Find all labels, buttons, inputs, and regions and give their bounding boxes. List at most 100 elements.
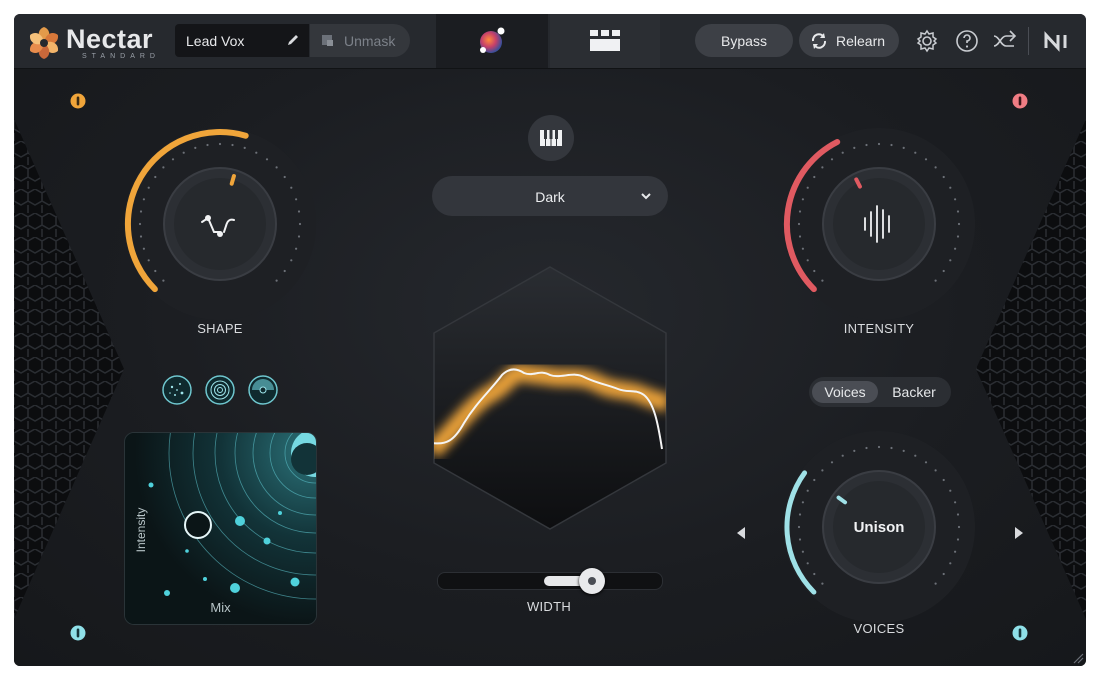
resize-grip-icon[interactable] [1072, 652, 1084, 664]
voices-knob[interactable]: Unison [769, 417, 989, 637]
shape-label: SHAPE [197, 321, 243, 336]
knob-tick [298, 222, 302, 226]
shape-knob[interactable] [110, 114, 330, 334]
xy-pad[interactable]: Intensity Mix [124, 432, 317, 625]
relearn-button[interactable]: Relearn [799, 24, 899, 57]
knob-tick [798, 235, 802, 238]
knob-tick [865, 446, 868, 450]
knob-tick [924, 461, 928, 464]
voices-label: VOICES [853, 621, 905, 636]
knob-tick [821, 469, 824, 472]
nectar-plugin-window: Nectar STANDARD Lead Vox Unmask Bypass R… [14, 14, 1086, 666]
xy-x-label: Mix [210, 600, 231, 615]
bypass-label: Bypass [721, 33, 767, 49]
knob-tick [142, 247, 145, 250]
toggle-backer[interactable]: Backer [881, 381, 947, 403]
knob-tick [956, 235, 960, 238]
knob-tick [841, 454, 844, 457]
knob-tick [297, 210, 301, 213]
toggle-voices[interactable]: Voices [812, 381, 878, 403]
knob-tick [801, 501, 804, 504]
width-slider-handle[interactable] [579, 568, 605, 594]
bypass-button[interactable]: Bypass [695, 24, 793, 57]
tab-visual-mixer[interactable] [436, 14, 548, 68]
spectrum-hexagon [433, 266, 667, 530]
preset-name-field[interactable]: Lead Vox [175, 24, 309, 57]
knob-tick [275, 279, 278, 282]
voices-prev-arrow[interactable] [734, 525, 748, 541]
knob-tick [957, 525, 961, 529]
intensity-knob[interactable] [769, 114, 989, 334]
piano-button[interactable] [528, 115, 574, 161]
chevron-down-icon [641, 193, 651, 200]
knob-tick [290, 259, 293, 262]
orb-tab-icon [480, 27, 505, 53]
module-grid-tab-icon [590, 30, 620, 51]
knob-tick [806, 562, 809, 565]
help-icon[interactable] [954, 28, 980, 54]
style-rings-button[interactable] [205, 375, 235, 405]
knob-tick [147, 259, 150, 262]
knob-tick [147, 186, 150, 189]
relearn-label: Relearn [836, 33, 886, 49]
knob-tick [821, 279, 824, 282]
knob-tick [934, 469, 937, 472]
tab-modules[interactable] [550, 14, 660, 68]
knob-tick [295, 247, 298, 250]
knob-tick [942, 175, 945, 179]
knob-tick [813, 269, 816, 273]
knob-tick [295, 198, 298, 201]
orange-indicator-dot [70, 93, 86, 109]
piano-keys-icon [540, 130, 562, 146]
left-hex-panel [14, 119, 124, 619]
top-bar: Nectar STANDARD Lead Vox Unmask Bypass R… [14, 14, 1086, 69]
style-vinyl-button[interactable] [248, 375, 278, 405]
knob-tick [798, 538, 802, 541]
knob-tick [806, 489, 809, 492]
knob-tick [162, 166, 165, 169]
width-label: WIDTH [526, 599, 572, 614]
knob-tick [841, 151, 844, 154]
knob-tick [949, 562, 952, 565]
knob-tick [243, 146, 246, 149]
knob-tick [139, 210, 143, 213]
relearn-refresh-icon [811, 33, 827, 49]
knob-tick [142, 198, 145, 201]
width-slider[interactable] [437, 568, 663, 594]
voices-mode-value: Unison [854, 519, 905, 536]
style-sparkle-button[interactable] [162, 375, 192, 405]
gear-icon[interactable] [914, 28, 940, 54]
knob-tick [914, 151, 917, 154]
unmask-icon [322, 35, 333, 46]
knob-tick [942, 269, 945, 273]
knob-tick [801, 550, 804, 553]
knob-tick [902, 146, 905, 149]
knob-tick [821, 166, 824, 169]
knob-tick [949, 186, 952, 189]
xy-y-label: Intensity [134, 507, 148, 553]
knob-tick [297, 235, 301, 238]
knob-tick [934, 582, 937, 585]
unmask-button[interactable]: Unmask [310, 24, 410, 57]
knob-tick [154, 175, 157, 179]
red-indicator-dot [1012, 93, 1028, 109]
knob-tick [813, 572, 816, 576]
voices-next-arrow[interactable] [1012, 525, 1026, 541]
knob-tick [942, 572, 945, 576]
knob-tick [813, 478, 816, 482]
routing-icon[interactable] [991, 28, 1017, 54]
knob-tick [890, 143, 893, 147]
knob-tick [813, 175, 816, 179]
intensity-label: INTENSITY [843, 321, 915, 336]
knob-tick [194, 146, 197, 149]
voices-backer-toggle[interactable]: Voices Backer [809, 377, 951, 407]
pencil-icon[interactable] [285, 32, 301, 48]
knob-tick [154, 269, 157, 273]
tone-dropdown[interactable]: Dark [432, 176, 668, 216]
knob-tick [182, 151, 185, 154]
ni-brand-icon[interactable] [1042, 28, 1076, 54]
knob-tick [942, 478, 945, 482]
knob-tick [830, 461, 834, 464]
knob-tick [924, 158, 928, 161]
knob-tick [139, 235, 143, 238]
